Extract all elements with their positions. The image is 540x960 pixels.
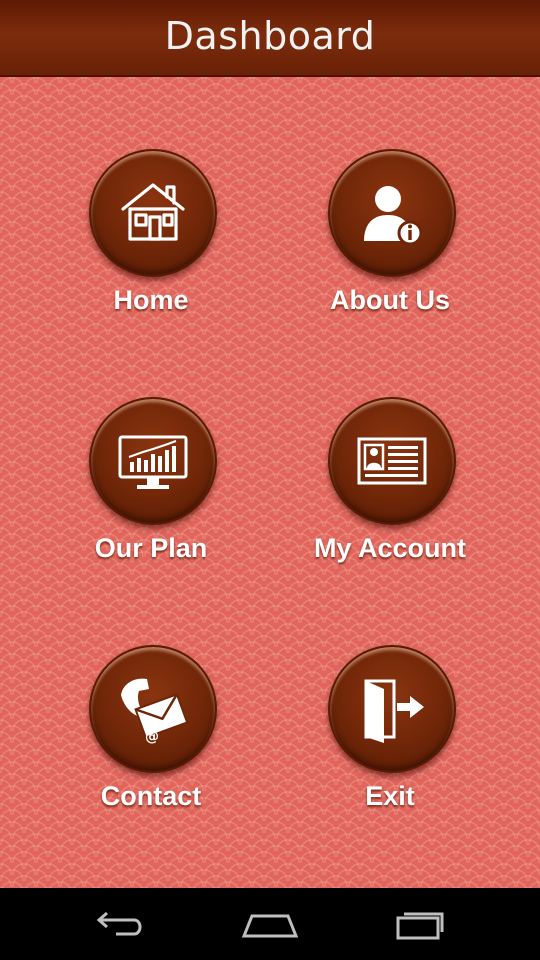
menu-tile-exit[interactable]: Exit [279,645,499,845]
about-us-label[interactable]: About Us [279,285,501,316]
home-button[interactable] [89,149,217,277]
app-header: Dashboard [0,0,540,77]
android-nav-bar [0,888,540,960]
menu-tile-contact[interactable]: @ Contact [40,645,260,845]
menu-tile-our-plan[interactable]: Our Plan [40,397,260,597]
user-info-icon [364,186,423,246]
exit-label[interactable]: Exit [279,781,501,812]
my-account-button[interactable] [328,397,456,525]
contact-button[interactable]: @ [89,645,217,773]
nav-home-button[interactable] [210,888,330,960]
exit-button[interactable] [328,645,456,773]
nav-recents-button[interactable] [360,888,480,960]
our-plan-button[interactable] [89,397,217,525]
dashboard-grid: Home About Us Our Plan My Account @ Cont… [0,77,540,888]
exit-door-icon [364,679,424,743]
chart-monitor-icon [118,435,188,489]
back-icon [96,911,142,936]
nav-back-button[interactable] [60,888,180,960]
about-us-button[interactable] [328,149,456,277]
home-label[interactable]: Home [40,285,262,316]
recent-apps-icon [396,912,444,940]
home-icon [241,914,299,938]
menu-tile-about-us[interactable]: About Us [279,149,499,349]
contact-label[interactable]: Contact [40,781,262,812]
app-screen: Dashboard Home About Us Our Plan My Acco… [0,0,540,960]
id-card-icon [357,437,427,485]
menu-tile-home[interactable]: Home [40,149,260,349]
house-icon [121,183,185,241]
menu-tile-my-account[interactable]: My Account [279,397,499,597]
my-account-label[interactable]: My Account [279,533,501,564]
page-title: Dashboard [164,13,376,58]
svg-text:@: @ [145,729,159,745]
phone-mail-icon: @ [121,678,189,745]
our-plan-label[interactable]: Our Plan [40,533,262,564]
